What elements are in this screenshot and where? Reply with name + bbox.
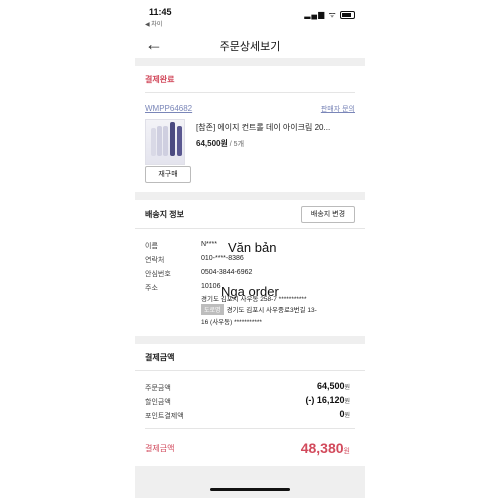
order-amount-label: 주문금액: [145, 385, 171, 392]
order-amount-value: 64,500원: [317, 381, 350, 391]
phone-value: 010-****-8386: [201, 255, 244, 262]
back-to-app-link[interactable]: ◀ 차이: [145, 19, 162, 28]
signal-wifi-icon: ▂▄▆ ᯤ: [304, 10, 337, 19]
shipping-section-title: 배송지 정보: [145, 210, 185, 219]
battery-icon: [340, 10, 355, 19]
address-line-3: 16 (사우동) ***********: [201, 319, 262, 326]
section-divider: [135, 58, 365, 66]
divider: [145, 428, 355, 429]
currency-unit: 원: [344, 399, 350, 405]
status-icons: ▂▄▆ ᯤ: [304, 9, 355, 20]
divider: [145, 92, 355, 93]
road-name-badge: 도로명: [201, 304, 224, 315]
total-payment-label: 결제금액: [145, 444, 175, 453]
home-indicator[interactable]: [210, 488, 290, 491]
discount-number: (-) 16,120: [305, 395, 345, 405]
price-value: 64,500원: [196, 139, 228, 148]
currency-unit: 원: [344, 413, 350, 419]
product-thumbnail[interactable]: [145, 119, 185, 165]
order-number-link[interactable]: WMPP64682: [145, 104, 192, 113]
currency-unit: 원: [344, 385, 350, 391]
postal-code-value: 10106: [201, 283, 221, 290]
currency-unit: 원: [343, 448, 350, 455]
order-amount-number: 64,500: [316, 381, 345, 391]
phone-screen: 11:45 ◀ 차이 ▂▄▆ ᯤ ← 주문상세보기 결제완료 WMPP64682…: [135, 0, 365, 498]
discount-label: 할인금액: [145, 399, 171, 406]
total-number: 48,380: [300, 440, 344, 456]
address-label: 주소: [145, 285, 158, 292]
order-status: 결제완료: [145, 75, 175, 84]
page-title: 주문상세보기: [219, 41, 281, 53]
payment-section-title: 결제금액: [145, 353, 175, 362]
discount-value: (-) 16,120원: [305, 395, 350, 405]
section-divider: [135, 336, 365, 344]
section-divider: [135, 192, 365, 200]
seller-inquiry-link[interactable]: 판매자 문의: [321, 104, 355, 114]
point-payment-value: 0원: [339, 409, 350, 419]
safe-number-value: 0504-3844-6962: [201, 269, 253, 276]
overlay-caption-1: Văn bản: [228, 240, 277, 255]
product-name[interactable]: [참존] 에이지 컨트롤 데이 아이크림 20...: [196, 122, 330, 133]
product-price: 64,500원 / 5개: [196, 138, 244, 149]
phone-label: 연락처: [145, 257, 165, 264]
bottom-area: [135, 466, 365, 498]
divider: [135, 370, 365, 371]
change-address-button[interactable]: 배송지 변경: [301, 206, 355, 223]
divider: [135, 228, 365, 229]
address-line-2: 도로명 경기도 김포시 사우중로3번길 13-: [201, 304, 317, 315]
name-label: 이름: [145, 243, 158, 250]
overlay-caption-2: Nga order: [221, 284, 279, 299]
status-time: 11:45: [149, 7, 172, 17]
point-payment-label: 포인트결제액: [145, 413, 184, 420]
quantity-value: / 5개: [227, 141, 245, 148]
safe-number-label: 안심번호: [145, 271, 171, 278]
road-address-text: 경기도 김포시 사우중로3번길 13-: [226, 307, 317, 314]
name-value: N****: [201, 241, 217, 248]
rebuy-button[interactable]: 재구매: [145, 166, 191, 183]
total-payment-value: 48,380원: [301, 440, 350, 456]
